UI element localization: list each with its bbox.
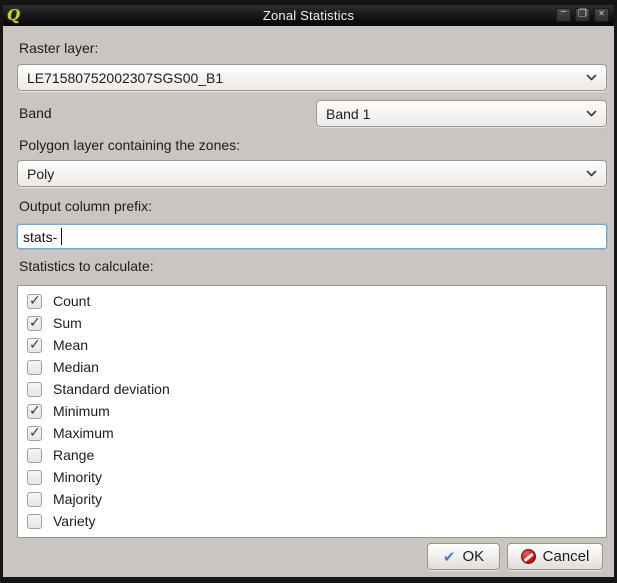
checkbox-icon[interactable]: ✓ xyxy=(27,294,42,309)
band-select[interactable]: Band 1 xyxy=(316,100,607,127)
list-item[interactable]: ✓ Variety xyxy=(18,510,606,532)
stat-label: Median xyxy=(53,359,99,375)
check-mark-icon: ✓ xyxy=(29,402,41,419)
statistics-label: Statistics to calculate: xyxy=(19,258,154,274)
raster-layer-label: Raster layer: xyxy=(19,40,98,56)
checkbox-icon[interactable]: ✓ xyxy=(27,382,42,397)
raster-layer-select[interactable]: LE71580752002307SGS00_B1 xyxy=(17,64,607,91)
titlebar[interactable]: Q Zonal Statistics – ❐ × xyxy=(3,5,614,26)
checkbox-icon[interactable]: ✓ xyxy=(27,338,42,353)
dialog-body: Raster layer: LE71580752002307SGS00_B1 B… xyxy=(3,26,614,577)
maximize-icon: ❐ xyxy=(576,9,589,21)
window-title: Zonal Statistics xyxy=(3,8,614,23)
minimize-button[interactable]: – xyxy=(556,8,571,22)
checkbox-icon[interactable]: ✓ xyxy=(27,470,42,485)
list-item[interactable]: ✓ Median xyxy=(18,356,606,378)
output-prefix-label: Output column prefix: xyxy=(19,198,152,214)
stat-label: Count xyxy=(53,293,90,309)
polygon-layer-select[interactable]: Poly xyxy=(17,160,607,187)
close-icon: × xyxy=(595,9,608,21)
stat-label: Variety xyxy=(53,513,96,529)
checkbox-icon[interactable]: ✓ xyxy=(27,360,42,375)
chevron-down-icon xyxy=(586,170,597,177)
checkbox-icon[interactable]: ✓ xyxy=(27,316,42,331)
checkbox-icon[interactable]: ✓ xyxy=(27,404,42,419)
stat-label: Mean xyxy=(53,337,88,353)
list-item[interactable]: ✓ Minority xyxy=(18,466,606,488)
list-item[interactable]: ✓ Count xyxy=(18,290,606,312)
close-button[interactable]: × xyxy=(594,8,609,22)
maximize-button[interactable]: ❐ xyxy=(575,8,590,22)
stat-label: Majority xyxy=(53,491,102,507)
zonal-statistics-dialog: Q Zonal Statistics – ❐ × Raster layer: L… xyxy=(0,5,617,583)
list-item[interactable]: ✓ Majority xyxy=(18,488,606,510)
raster-layer-value: LE71580752002307SGS00_B1 xyxy=(27,70,580,86)
stat-label: Minimum xyxy=(53,403,110,419)
band-label: Band xyxy=(19,105,52,121)
list-item[interactable]: ✓ Range xyxy=(18,444,606,466)
list-item[interactable]: ✓ Minimum xyxy=(18,400,606,422)
check-mark-icon: ✓ xyxy=(29,292,41,309)
qgis-logo-icon: Q xyxy=(7,6,20,24)
checkbox-icon[interactable]: ✓ xyxy=(27,514,42,529)
band-value: Band 1 xyxy=(326,106,580,122)
statistics-list: ✓ Count ✓ Sum ✓ Mean ✓ Median ✓ Standard deviatio… xyxy=(17,285,607,538)
stat-label: Sum xyxy=(53,315,82,331)
cancel-button[interactable]: Cancel xyxy=(507,543,603,570)
list-item[interactable]: ✓ Maximum xyxy=(18,422,606,444)
ok-button-label: OK xyxy=(462,548,484,565)
ok-button[interactable]: ✔ OK xyxy=(427,543,500,570)
check-mark-icon: ✓ xyxy=(29,336,41,353)
check-mark-icon: ✓ xyxy=(29,314,41,331)
checkbox-icon[interactable]: ✓ xyxy=(27,448,42,463)
ok-check-icon: ✔ xyxy=(443,548,456,566)
list-item[interactable]: ✓ Standard deviation xyxy=(18,378,606,400)
list-item[interactable]: ✓ Sum xyxy=(18,312,606,334)
output-prefix-input[interactable] xyxy=(17,224,607,249)
polygon-layer-label: Polygon layer containing the zones: xyxy=(19,137,240,153)
cancel-button-label: Cancel xyxy=(543,548,590,565)
chevron-down-icon xyxy=(586,74,597,81)
text-cursor xyxy=(61,228,62,245)
check-mark-icon: ✓ xyxy=(29,424,41,441)
minimize-icon: – xyxy=(557,6,570,18)
cancel-stop-icon xyxy=(521,549,536,564)
checkbox-icon[interactable]: ✓ xyxy=(27,426,42,441)
chevron-down-icon xyxy=(586,110,597,117)
polygon-layer-value: Poly xyxy=(27,166,580,182)
stat-label: Range xyxy=(53,447,94,463)
stat-label: Minority xyxy=(53,469,102,485)
stat-label: Standard deviation xyxy=(53,381,170,397)
desktop-background: Q Zonal Statistics – ❐ × Raster layer: L… xyxy=(0,0,617,583)
checkbox-icon[interactable]: ✓ xyxy=(27,492,42,507)
stat-label: Maximum xyxy=(53,425,114,441)
list-item[interactable]: ✓ Mean xyxy=(18,334,606,356)
